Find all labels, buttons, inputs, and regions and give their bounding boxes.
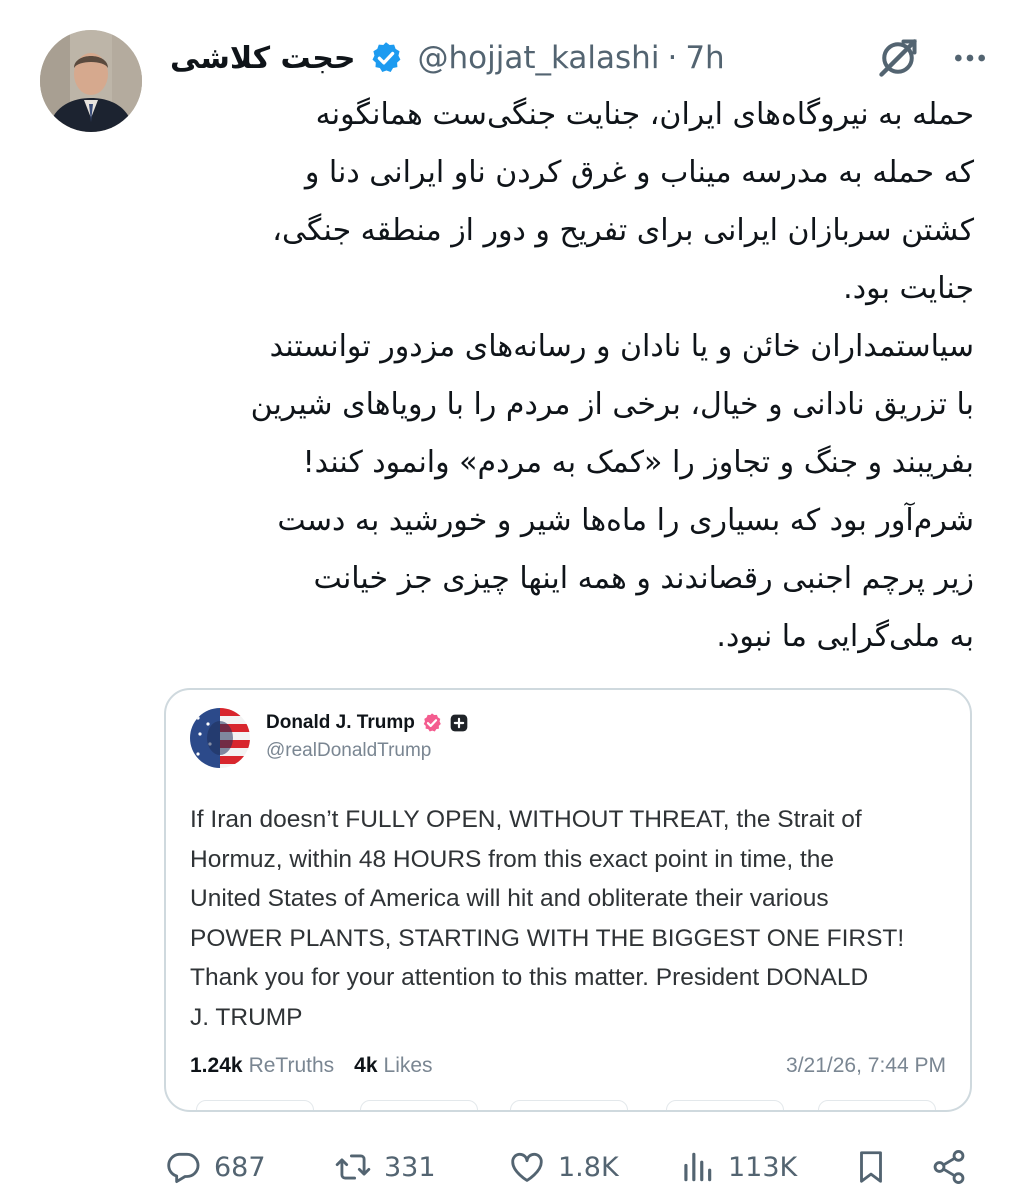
author-display-name[interactable]: حجت کلاشی [170, 41, 356, 76]
post-time[interactable]: 7h [685, 40, 724, 76]
author-avatar[interactable] [40, 30, 142, 132]
quoted-author-handle: @realDonaldTrump [266, 740, 432, 761]
tweet: حجت کلاشی @hojjat_kalashi · 7h حمله به ن… [0, 0, 1014, 1200]
repost-icon [335, 1154, 371, 1180]
reply-button[interactable]: 687 [164, 1144, 266, 1190]
grok-icon[interactable] [876, 36, 920, 80]
plus-badge-icon [450, 714, 468, 732]
share-icon [933, 1150, 965, 1184]
quoted-action-row [190, 1100, 946, 1110]
body-line: که حمله به مدرسه میناب و غرق کردن ناو ای… [304, 155, 974, 190]
quoted-action-pill [510, 1100, 628, 1110]
retruths-count: 1.24k [190, 1054, 243, 1077]
tweet-body: حمله به نیروگاه‌های ایران، جنایت جنگی‌ست… [170, 86, 974, 666]
author-handle[interactable]: @hojjat_kalashi [418, 40, 660, 76]
truth-verified-badge-icon [423, 713, 441, 732]
views-count: 113K [728, 1151, 798, 1183]
body-line: کشتن سربازان ایرانی برای تفریح و دور از … [272, 213, 974, 248]
verified-badge-icon [372, 42, 400, 72]
repost-count: 331 [384, 1151, 436, 1183]
body-line: حمله به نیروگاه‌های ایران، جنایت جنگی‌ست… [315, 97, 974, 132]
retruths-label: ReTruths [248, 1054, 335, 1077]
body-line: سیاستمداران خائن و یا نادان و رسانه‌های … [269, 329, 974, 364]
more-icon[interactable] [950, 38, 990, 78]
like-icon [511, 1152, 543, 1182]
views-icon [684, 1152, 712, 1182]
quoted-header: Donald J. Trump @realDonaldTrump [266, 712, 469, 762]
quoted-action-pill [818, 1100, 936, 1110]
quoted-post-text: If Iran doesn’t FULLY OPEN, WITHOUT THRE… [190, 800, 950, 1037]
quoted-author-name[interactable]: Donald J. Trump [266, 712, 415, 734]
quoted-stats: 1.24k ReTruths 4k Likes 3/21/26, 7:44 PM [190, 1054, 946, 1078]
header-separator: · [667, 40, 678, 76]
quoted-post-card[interactable]: Donald J. Trump @realDonaldTrump If Iran… [164, 688, 972, 1112]
quoted-likes-count: 4k [354, 1054, 378, 1077]
quoted-text-line: J. TRUMP [190, 1003, 303, 1031]
views-button[interactable]: 113K [678, 1144, 797, 1190]
quoted-action-pill [196, 1100, 314, 1110]
quoted-action-pill [360, 1100, 478, 1110]
like-count: 1.8K [558, 1151, 619, 1183]
quoted-text-line: Thank you for your attention to this mat… [190, 964, 869, 991]
body-line: بفریبند و جنگ و تجاوز را «کمک به مردم» و… [302, 445, 974, 480]
body-line: زیر پرچم اجنبی رقصاندند و همه اینها چیزی… [313, 561, 974, 596]
reply-count: 687 [214, 1151, 266, 1183]
quoted-text-line: POWER PLANTS, STARTING WITH THE BIGGEST … [190, 924, 905, 952]
body-line: شرم‌آور بود که بسیاری را ماه‌ها شیر و خو… [277, 503, 974, 538]
repost-button[interactable]: 331 [334, 1144, 436, 1190]
quoted-date: 3/21/26, 7:44 PM [786, 1054, 946, 1077]
tweet-actions: 687 331 1.8K 113K [164, 1144, 974, 1190]
quoted-text-line: United States of America will hit and ob… [190, 885, 829, 912]
quoted-action-pill [666, 1100, 784, 1110]
tweet-header: حجت کلاشی @hojjat_kalashi · 7h [170, 34, 990, 82]
quoted-author-avatar [190, 708, 250, 768]
quoted-text-line: If Iran doesn’t FULLY OPEN, WITHOUT THRE… [190, 806, 862, 833]
reply-icon [167, 1152, 200, 1183]
bookmark-button[interactable] [852, 1144, 890, 1190]
body-line: با تزریق نادانی و خیال، برخی از مردم را … [250, 387, 974, 422]
share-button[interactable] [930, 1144, 968, 1190]
quoted-text-line: Hormuz, within 48 HOURS from this exact … [190, 845, 835, 873]
quoted-likes-label: Likes [383, 1054, 433, 1077]
body-line: به ملی‌گرایی ما نبود. [716, 619, 974, 654]
like-button[interactable]: 1.8K [508, 1144, 619, 1190]
body-line: جنایت بود. [843, 271, 974, 306]
bookmark-icon [860, 1151, 882, 1183]
